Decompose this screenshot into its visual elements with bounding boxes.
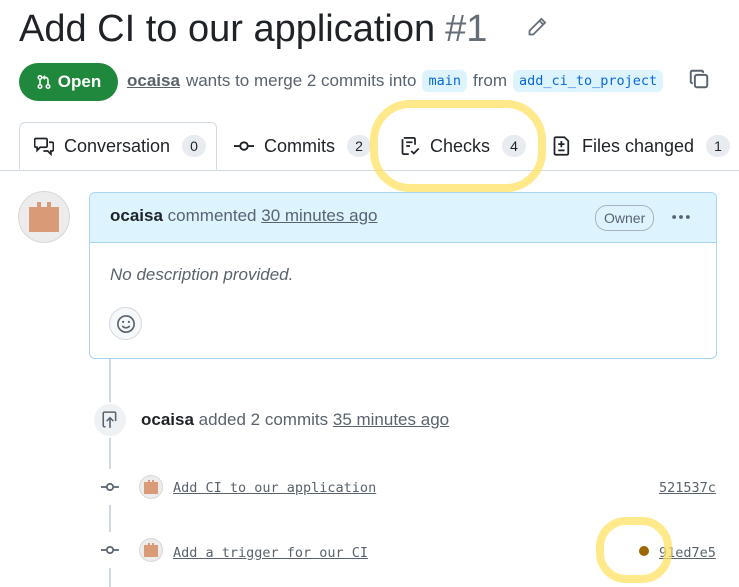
comment-meta: ocaisa commented 30 minutes ago [110, 206, 377, 226]
commit-sha-link[interactable]: 521537c [659, 480, 716, 496]
avatar[interactable] [18, 191, 70, 243]
base-branch[interactable]: main [422, 70, 467, 92]
pr-meta-text: wants to merge 2 commits into [185, 71, 417, 90]
tab-label: Commits [264, 135, 335, 156]
tab-counter: 0 [182, 135, 207, 157]
pr-title: Add CI to our application #1 [19, 6, 487, 52]
tabs-divider [0, 170, 739, 171]
git-commit-icon [234, 141, 254, 151]
tab-files-changed[interactable]: Files changed 1 [552, 122, 731, 170]
git-pull-request-icon [37, 74, 51, 90]
identicon [29, 202, 59, 232]
comment-time[interactable]: 30 minutes ago [261, 206, 377, 225]
commit-message-link[interactable]: Add CI to our application [173, 480, 376, 496]
commit-node [92, 469, 128, 505]
kebab-horizontal-icon[interactable] [670, 206, 692, 228]
tab-label: Files changed [582, 135, 695, 156]
commit-author-avatar[interactable] [139, 475, 163, 499]
add-reaction-button[interactable] [109, 307, 142, 340]
state-label: Open [57, 72, 102, 91]
smiley-icon [116, 314, 135, 333]
tab-conversation[interactable]: Conversation 0 [19, 122, 217, 170]
commit-node [92, 532, 128, 568]
git-commit-icon [101, 546, 119, 554]
event-time[interactable]: 35 minutes ago [333, 410, 449, 429]
identicon [144, 480, 158, 494]
highlight-annotation [596, 517, 672, 583]
event-text: added 2 commits [198, 410, 329, 429]
tab-counter: 2 [347, 135, 371, 157]
state-badge: Open [19, 63, 118, 101]
tab-label: Conversation [64, 135, 171, 156]
copy-icon[interactable] [688, 68, 710, 90]
comment-action: commented [167, 206, 257, 225]
repo-push-icon [102, 411, 117, 428]
identicon [144, 543, 158, 557]
pr-title-text: Add CI to our application [19, 8, 436, 50]
comment-discussion-icon [34, 137, 54, 156]
comment-header: ocaisa commented 30 minutes ago Owner [90, 193, 716, 243]
file-diff-icon [553, 136, 570, 156]
commits-added-event: ocaisa added 2 commits 35 minutes ago [141, 410, 449, 430]
highlight-annotation [370, 100, 546, 192]
pr-meta-from: from [472, 71, 507, 90]
pr-number: #1 [445, 8, 488, 50]
owner-badge: Owner [595, 205, 655, 231]
event-author[interactable]: ocaisa [141, 410, 194, 429]
comment-box: ocaisa commented 30 minutes ago Owner No… [89, 192, 717, 359]
commit-message-link[interactable]: Add a trigger for our CI [173, 545, 368, 561]
git-commit-icon [101, 483, 119, 491]
tab-counter: 1 [706, 135, 731, 157]
tab-commits[interactable]: Commits 2 [234, 122, 371, 170]
pr-meta: ocaisa wants to merge 2 commits into mai… [127, 67, 664, 95]
comment-body: No description provided. [110, 265, 294, 284]
pencil-icon[interactable] [527, 17, 547, 37]
pr-author-link[interactable]: ocaisa [127, 71, 180, 91]
head-branch[interactable]: add_ci_to_project [512, 70, 664, 92]
comment-author[interactable]: ocaisa [110, 206, 163, 225]
commit-author-avatar[interactable] [139, 538, 163, 562]
timeline-badge [92, 402, 128, 438]
